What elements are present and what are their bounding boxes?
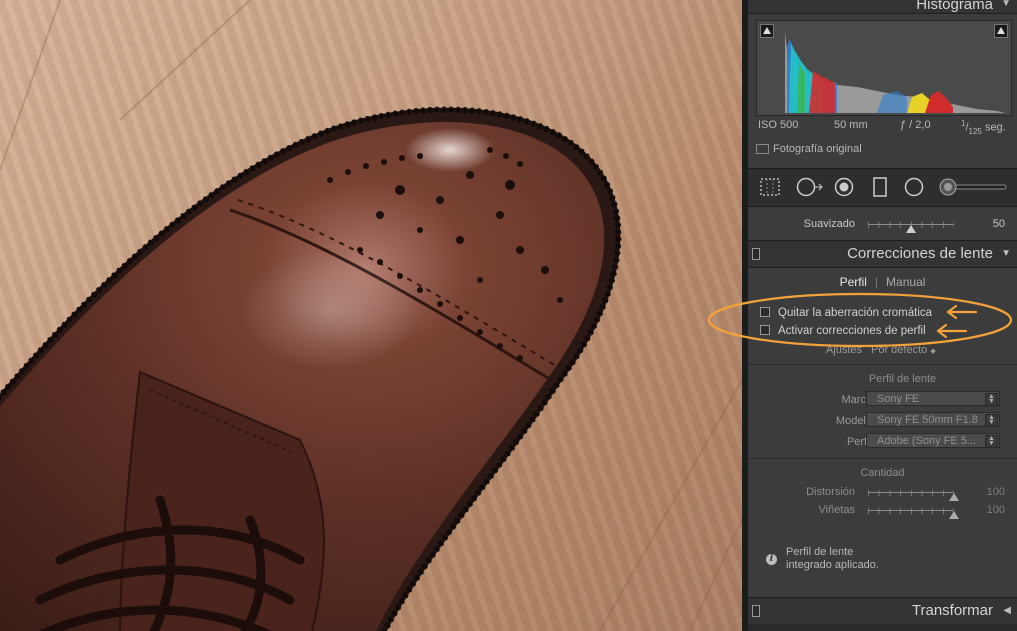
histogram-title: Histograma — [916, 0, 993, 13]
model-select[interactable]: Sony FE 50mm F1.8 ▲ ▼ — [866, 412, 1000, 427]
vignetting-thumb[interactable] — [949, 511, 959, 519]
model-label: Modelo — [835, 415, 872, 427]
crop-grid-icon[interactable] — [760, 177, 780, 197]
stepper-icon: ▲ ▼ — [985, 393, 998, 405]
divider — [748, 458, 1017, 459]
spot-removal-icon[interactable] — [796, 177, 824, 197]
transform-header[interactable]: Transformar ◀ — [748, 597, 1017, 625]
vignetting-track[interactable] — [868, 508, 959, 519]
smoothing-label: Suavizado — [803, 218, 855, 230]
stepper-icon: ▲ ▼ — [985, 435, 998, 447]
panel-switch-icon[interactable] — [752, 248, 760, 260]
profile-select[interactable]: Adobe (Sony FE 5... ▲ ▼ — [866, 433, 1000, 448]
info-line-2: integrado aplicado. — [786, 559, 879, 571]
vignetting-value[interactable]: 100 — [987, 504, 1005, 516]
model-row: Modelo Sony FE 50mm F1.8 ▲ ▼ — [748, 412, 1017, 428]
distortion-track[interactable] — [868, 490, 959, 501]
amount-section-caption: Cantidad — [860, 467, 905, 479]
histogram-display[interactable] — [756, 20, 1012, 116]
original-photo-label: Fotografía original — [773, 143, 862, 155]
red-eye-icon[interactable] — [834, 177, 854, 197]
distortion-label: Distorsión — [806, 486, 855, 498]
histogram-graph — [785, 31, 1005, 113]
smoothing-slider-row[interactable]: Suavizado 50 — [748, 216, 1017, 234]
tab-separator: | — [874, 275, 879, 289]
profile-value: Adobe (Sony FE 5... — [877, 435, 977, 447]
tab-manual[interactable]: Manual — [886, 275, 925, 289]
triangle-left-icon[interactable]: ◀ — [1003, 605, 1011, 616]
make-select[interactable]: Sony FE ▲ ▼ — [866, 391, 1000, 406]
stepper-icon: ▲ ▼ — [985, 414, 998, 426]
lens-corrections-title: Correcciones de lente — [847, 245, 993, 262]
info-icon: i — [766, 554, 777, 565]
shoe-image — [0, 0, 742, 631]
shutter-numerator: 1 — [961, 119, 966, 128]
panel-switch-icon[interactable] — [752, 605, 760, 617]
original-photo-checkbox[interactable] — [756, 144, 769, 155]
info-line-1: Perfil de lente — [786, 546, 854, 558]
make-label: Marca — [841, 394, 872, 406]
tab-perfil[interactable]: Perfil — [840, 275, 867, 289]
radial-filter-icon[interactable] — [904, 177, 924, 197]
divider — [748, 364, 1017, 365]
lens-tabs: Perfil | Manual — [748, 275, 1017, 289]
distortion-thumb[interactable] — [949, 493, 959, 501]
triangle-down-icon[interactable]: ▼ — [1001, 248, 1011, 259]
smoothing-track[interactable] — [868, 222, 954, 233]
make-value: Sony FE — [877, 393, 920, 405]
original-photo-toggle[interactable]: Fotografía original — [756, 143, 862, 155]
arrow-left-icon — [936, 323, 968, 339]
smoothing-thumb[interactable] — [906, 225, 916, 233]
arrow-left-icon — [946, 304, 978, 320]
histogram-header[interactable]: Histograma ▼ — [748, 0, 1017, 14]
make-row: Marca Sony FE ▲ ▼ — [748, 391, 1017, 407]
tool-strip — [748, 168, 1017, 207]
vignetting-label: Viñetas — [818, 504, 856, 516]
photo-canvas[interactable] — [0, 0, 742, 631]
info-text: Perfil de lente integrado aplicado. — [786, 546, 879, 572]
shutter-denominator: 125 — [968, 126, 982, 136]
profile-section-caption: Perfil de lente — [868, 373, 937, 385]
focal-length-readout: 50 mm — [834, 119, 868, 131]
profile-row: Perfil Adobe (Sony FE 5... ▲ ▼ — [748, 433, 1017, 449]
distortion-value[interactable]: 100 — [987, 486, 1005, 498]
lens-corrections-header[interactable]: Correcciones de lente ▼ — [748, 240, 1017, 268]
shutter-readout: 1/125 seg. — [961, 119, 1006, 136]
shutter-unit: seg. — [984, 121, 1006, 134]
highlight-ellipse — [707, 292, 1013, 348]
triangle-down-icon[interactable]: ▼ — [1001, 0, 1011, 9]
brush-icon[interactable] — [938, 177, 1008, 197]
transform-title: Transformar — [911, 602, 993, 619]
iso-readout: ISO 500 — [758, 119, 799, 131]
highlight-annotation — [707, 292, 1013, 348]
profile-label: Perfil — [846, 436, 872, 448]
panel-bottom-edge — [748, 624, 1017, 631]
vignetting-slider-row[interactable]: Viñetas 100 — [748, 502, 1017, 520]
distortion-slider-row[interactable]: Distorsión 100 — [748, 484, 1017, 502]
graduated-filter-icon[interactable] — [870, 177, 890, 197]
aperture-readout: ƒ / 2,0 — [900, 119, 931, 131]
smoothing-value[interactable]: 50 — [993, 218, 1005, 230]
model-value: Sony FE 50mm F1.8 — [877, 414, 978, 426]
